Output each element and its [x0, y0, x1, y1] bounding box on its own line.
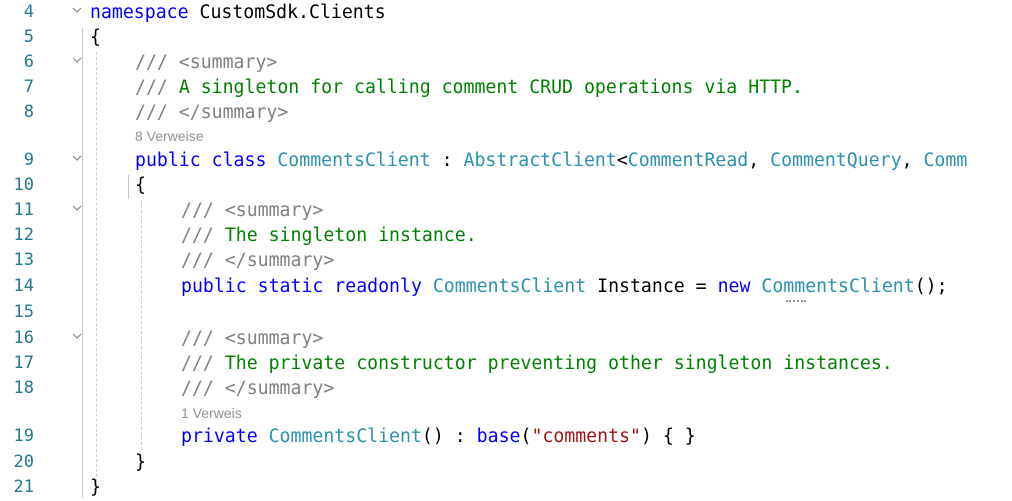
fold-chevron-down-icon[interactable]	[72, 331, 82, 341]
code-line[interactable]: 13 /// </summary>	[0, 248, 1012, 273]
doc-comment: /// </summary>	[135, 102, 289, 123]
line-number: 7	[23, 77, 34, 97]
doc-comment: /// </summary>	[181, 378, 335, 399]
code-line[interactable]: 4 namespace CustomSdk.Clients	[0, 0, 1012, 25]
line-number: 5	[23, 27, 34, 47]
code-line[interactable]: 10 {	[0, 173, 1012, 198]
line-number: 10	[13, 175, 34, 195]
code-line[interactable]: 12 /// The singleton instance.	[0, 223, 1012, 248]
line-number: 18	[13, 378, 34, 398]
doc-comment: /// <summary>	[181, 200, 324, 221]
code-line[interactable]: 14 public static readonly CommentsClient…	[0, 274, 1012, 302]
code-line[interactable]: 7 /// A singleton for calling comment CR…	[0, 75, 1012, 100]
code-text: {	[90, 27, 101, 48]
code-line[interactable]: 6 /// <summary>	[0, 50, 1012, 75]
doc-comment: /// The private constructor preventing o…	[181, 353, 893, 374]
line-number: 8	[23, 102, 34, 122]
code-line[interactable]: 19 private CommentsClient() : base("comm…	[0, 424, 1012, 449]
code-text: namespace CustomSdk.Clients	[90, 2, 386, 23]
code-text: private CommentsClient() : base("comment…	[181, 426, 696, 447]
code-text: {	[135, 175, 146, 196]
codelens-references-link[interactable]: 1 Verweis	[181, 403, 242, 423]
code-line[interactable]: 21 }	[0, 475, 1012, 500]
codelens-references-link[interactable]: 8 Verweise	[135, 126, 203, 146]
doc-comment: /// <summary>	[181, 328, 324, 349]
fold-chevron-down-icon[interactable]	[72, 203, 82, 213]
line-number: 20	[13, 452, 34, 472]
code-text: }	[135, 452, 146, 473]
code-line[interactable]: 8 /// </summary>	[0, 100, 1012, 125]
fold-chevron-down-icon[interactable]	[72, 55, 82, 65]
line-number: 4	[23, 2, 34, 22]
code-line[interactable]: 15	[0, 300, 1012, 325]
line-number: 11	[13, 200, 34, 220]
code-line[interactable]: 9 public class CommentsClient : Abstract…	[0, 148, 1012, 173]
line-number: 12	[13, 225, 34, 245]
line-number: 17	[13, 353, 34, 373]
code-line[interactable]: 5 {	[0, 25, 1012, 50]
code-text: public static readonly CommentsClient In…	[181, 276, 948, 297]
line-number: 9	[23, 150, 34, 170]
doc-comment: /// </summary>	[181, 250, 335, 271]
code-text: public class CommentsClient : AbstractCl…	[135, 150, 968, 171]
line-number: 19	[13, 426, 34, 446]
code-line[interactable]: 20 }	[0, 450, 1012, 475]
line-number: 6	[23, 52, 34, 72]
code-line[interactable]: 16 /// <summary>	[0, 326, 1012, 351]
code-editor[interactable]: 4 namespace CustomSdk.Clients 5 { 6 /// …	[0, 0, 1012, 501]
code-line[interactable]: 17 /// The private constructor preventin…	[0, 351, 1012, 376]
fold-chevron-down-icon[interactable]	[72, 153, 82, 163]
doc-comment: /// A singleton for calling comment CRUD…	[135, 77, 803, 98]
line-number: 21	[13, 477, 34, 497]
code-line[interactable]: 18 /// </summary>	[0, 376, 1012, 401]
line-number: 15	[13, 302, 34, 322]
line-number: 16	[13, 328, 34, 348]
doc-comment: /// <summary>	[135, 52, 278, 73]
doc-comment: /// The singleton instance.	[181, 225, 477, 246]
code-line[interactable]: 11 /// <summary>	[0, 198, 1012, 223]
line-number: 14	[13, 276, 34, 296]
code-text: }	[90, 477, 101, 498]
fold-chevron-down-icon[interactable]	[72, 5, 82, 15]
line-number: 13	[13, 250, 34, 270]
